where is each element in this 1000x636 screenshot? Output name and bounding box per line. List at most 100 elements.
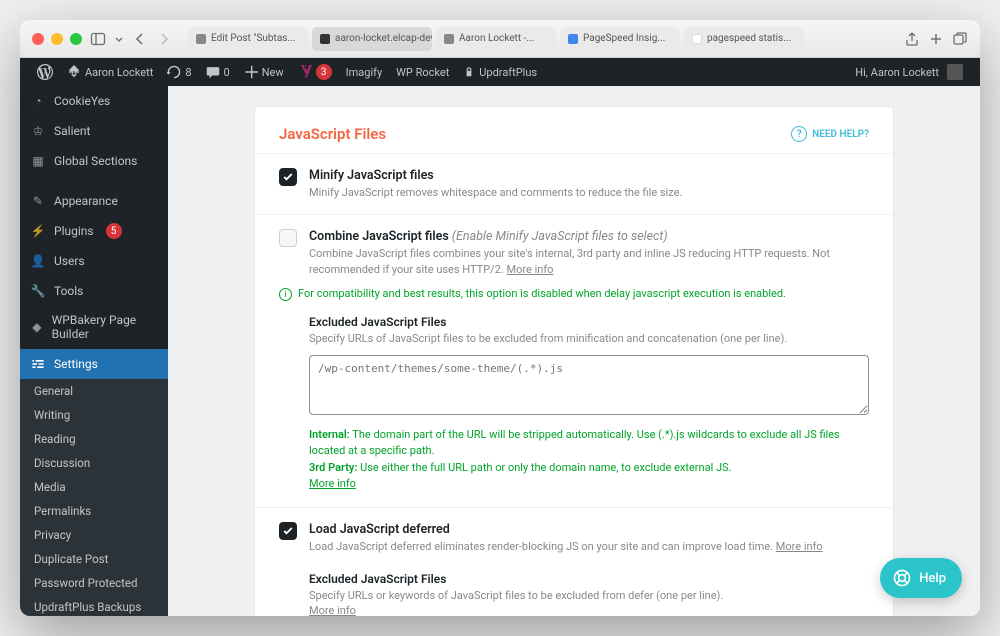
excluded-help: Internal: The domain part of the URL wil…	[309, 427, 869, 493]
brush-icon: ✎	[30, 193, 46, 209]
adminbar-item[interactable]: WP Rocket	[389, 58, 456, 86]
browser-tab[interactable]: pagespeed statis...	[684, 27, 804, 51]
sidebar-item-wpbakery[interactable]: ◆WPBakery Page Builder	[20, 306, 168, 349]
forward-icon[interactable]	[156, 31, 172, 47]
sidebar-item-appearance[interactable]: ✎Appearance	[20, 186, 168, 216]
yoast-badge: 3	[316, 64, 332, 80]
maximize-icon[interactable]	[70, 33, 82, 45]
browser-window: Edit Post "Subtas... aaron-locket.elcap-…	[20, 20, 980, 616]
avatar	[947, 64, 963, 80]
submenu-password-protected[interactable]: Password Protected	[20, 571, 168, 595]
user-icon: 👤	[30, 253, 46, 269]
crown-icon: ♔	[30, 123, 46, 139]
sidebar-item-global-sections[interactable]: ▦Global Sections	[20, 146, 168, 176]
help-fab-button[interactable]: Help	[880, 558, 962, 598]
adminbar-item[interactable]: UpdraftPlus	[456, 58, 544, 86]
updates-link[interactable]: 8	[160, 58, 198, 86]
wp-logo[interactable]	[30, 58, 60, 86]
more-info-link[interactable]: More info	[309, 477, 356, 490]
favicon-icon	[692, 34, 702, 44]
share-icon[interactable]	[904, 31, 920, 47]
tab-label: aaron-locket.elcap-dev.co.uk/wp-admin/..…	[335, 33, 432, 44]
plugins-badge: 5	[106, 223, 122, 239]
need-help-link[interactable]: ? NEED HELP?	[791, 126, 869, 142]
minify-label: Minify JavaScript files	[309, 168, 869, 183]
more-info-link[interactable]: More info	[776, 540, 823, 553]
combine-checkbox	[279, 229, 297, 247]
sidebar-item-cookieyes[interactable]: ◔CookieYes	[20, 86, 168, 116]
tab-label: pagespeed statis...	[707, 33, 791, 44]
defer-checkbox[interactable]	[279, 522, 297, 540]
excluded-desc: Specify URLs of JavaScript files to be e…	[309, 331, 869, 346]
excluded-title: Excluded JavaScript Files	[309, 315, 869, 329]
favicon-icon	[196, 34, 206, 44]
minify-desc: Minify JavaScript removes whitespace and…	[309, 185, 869, 200]
new-tab-icon[interactable]	[928, 31, 944, 47]
user-greeting[interactable]: Hi, Aaron Lockett	[848, 58, 970, 86]
site-name[interactable]: Aaron Lockett	[60, 58, 160, 86]
more-info-link[interactable]: More info	[507, 263, 554, 276]
wpb-icon: ◆	[30, 319, 44, 335]
defer-desc: Load JavaScript deferred eliminates rend…	[309, 539, 869, 554]
main-content: JavaScript Files ? NEED HELP? Mi	[168, 86, 980, 616]
submenu-privacy[interactable]: Privacy	[20, 523, 168, 547]
sidebar-item-plugins[interactable]: ⚡Plugins5	[20, 216, 168, 246]
favicon-icon	[568, 34, 578, 44]
back-icon[interactable]	[132, 31, 148, 47]
submenu-writing[interactable]: Writing	[20, 403, 168, 427]
question-icon: ?	[791, 126, 807, 142]
minify-section: Minify JavaScript files Minify JavaScrip…	[255, 153, 893, 214]
wp-admin-bar: Aaron Lockett 8 0 New 3 Imagify WP Rocke…	[20, 58, 980, 86]
browser-tab[interactable]: Edit Post "Subtas...	[188, 27, 308, 51]
yoast-link[interactable]: 3	[291, 58, 339, 86]
adminbar-item[interactable]: Imagify	[339, 58, 390, 86]
combine-section: Combine JavaScript files (Enable Minify …	[255, 214, 893, 506]
submenu-discussion[interactable]: Discussion	[20, 451, 168, 475]
sidebar-item-tools[interactable]: 🔧Tools	[20, 276, 168, 306]
comments-link[interactable]: 0	[199, 58, 237, 86]
help-fab-label: Help	[919, 571, 946, 586]
sliders-icon	[30, 356, 46, 372]
tab-label: Edit Post "Subtas...	[211, 33, 295, 44]
greeting-label: Hi, Aaron Lockett	[855, 66, 939, 79]
tab-overview-icon[interactable]	[952, 31, 968, 47]
submenu-media[interactable]: Media	[20, 475, 168, 499]
browser-tabs: Edit Post "Subtas... aaron-locket.elcap-…	[188, 27, 888, 51]
js-files-panel: JavaScript Files ? NEED HELP? Mi	[254, 106, 894, 616]
minify-checkbox[interactable]	[279, 168, 297, 186]
submenu-general[interactable]: General	[20, 379, 168, 403]
more-info-link[interactable]: More info	[309, 604, 356, 616]
settings-submenu: General Writing Reading Discussion Media…	[20, 379, 168, 616]
sidebar-item-settings[interactable]: Settings	[20, 349, 168, 379]
defer-label: Load JavaScript deferred	[309, 522, 869, 537]
mac-titlebar: Edit Post "Subtas... aaron-locket.elcap-…	[20, 20, 980, 58]
cookie-icon: ◔	[30, 93, 46, 109]
combine-info-note: i For compatibility and best results, th…	[279, 287, 869, 301]
submenu-reading[interactable]: Reading	[20, 427, 168, 451]
plug-icon: ⚡	[30, 223, 46, 239]
submenu-permalinks[interactable]: Permalinks	[20, 499, 168, 523]
sidebar-toggle-icon[interactable]	[90, 31, 106, 47]
sidebar-item-users[interactable]: 👤Users	[20, 246, 168, 276]
submenu-duplicate-post[interactable]: Duplicate Post	[20, 547, 168, 571]
combine-desc: Combine JavaScript files combines your s…	[309, 246, 869, 277]
excluded-js-textarea[interactable]	[309, 355, 869, 415]
combine-label: Combine JavaScript files (Enable Minify …	[309, 229, 869, 244]
close-icon[interactable]	[32, 33, 44, 45]
site-name-label: Aaron Lockett	[85, 66, 153, 79]
minimize-icon[interactable]	[51, 33, 63, 45]
chevron-down-icon[interactable]	[114, 31, 124, 47]
tab-label: PageSpeed Insig...	[583, 33, 665, 44]
browser-tab[interactable]: PageSpeed Insig...	[560, 27, 680, 51]
panel-title: JavaScript Files	[279, 125, 386, 143]
excluded-defer-desc: Specify URLs or keywords of JavaScript f…	[309, 588, 869, 616]
excluded-defer-title: Excluded JavaScript Files	[309, 572, 869, 586]
submenu-updraftplus[interactable]: UpdraftPlus Backups	[20, 595, 168, 616]
favicon-icon	[444, 34, 454, 44]
viewport: Aaron Lockett 8 0 New 3 Imagify WP Rocke…	[20, 58, 980, 616]
browser-tab[interactable]: aaron-locket.elcap-dev.co.uk/wp-admin/..…	[312, 27, 432, 51]
new-content-link[interactable]: New	[237, 58, 291, 86]
browser-tab[interactable]: Aaron Lockett -...	[436, 27, 556, 51]
defer-section: Load JavaScript deferred Load JavaScript…	[255, 507, 893, 616]
sidebar-item-salient[interactable]: ♔Salient	[20, 116, 168, 146]
